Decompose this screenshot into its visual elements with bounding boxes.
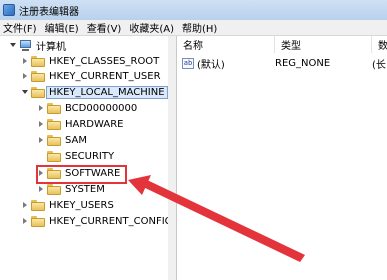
folder-icon [31,71,45,82]
menu-help[interactable]: 帮助(H) [178,20,221,35]
registry-tree[interactable]: 计算机 HKEY_CLASSES_ROOT HKEY_CURRENT_USER … [0,36,169,280]
folder-icon [47,184,61,195]
tree-item-label: HKEY_LOCAL_MACHINE [46,86,168,99]
value-name: (默认) [197,60,225,71]
values-list[interactable]: 名称 类型 数 ab (默认) REG_NONE (长 [177,36,387,280]
tree-item-hkey-current-user[interactable]: HKEY_CURRENT_USER [21,69,161,84]
value-data: (长 [372,60,386,71]
menu-view[interactable]: 查看(V) [83,20,126,35]
folder-icon [31,87,45,98]
expand-icon[interactable] [21,198,29,213]
collapse-icon[interactable] [9,38,17,53]
folder-icon [47,135,61,146]
expand-icon[interactable] [21,69,29,84]
tree-item-system[interactable]: SYSTEM [37,182,105,197]
tree-item-label: SAM [65,135,88,146]
tree-item-label: BCD00000000 [65,103,138,114]
tree-item-label: SECURITY [65,151,115,162]
pane-splitter[interactable] [168,36,177,280]
tree-item-hkey-local-machine[interactable]: HKEY_LOCAL_MACHINE [21,85,168,100]
computer-icon [19,40,32,51]
folder-icon [47,103,61,114]
regedit-icon [3,4,15,16]
column-header-data[interactable]: 数 [372,36,387,53]
title-bar: 注册表编辑器 [0,0,387,20]
folder-icon [31,200,45,211]
expand-icon[interactable] [21,214,29,229]
tree-item-hkey-users[interactable]: HKEY_USERS [21,198,114,213]
tree-item-bcd00000000[interactable]: BCD00000000 [37,101,137,116]
expand-icon[interactable] [37,101,45,116]
tree-item-label: SYSTEM [65,184,105,195]
expand-icon[interactable] [37,182,45,197]
software-highlight-box [36,165,127,184]
collapse-icon[interactable] [21,85,29,100]
menu-edit[interactable]: 编辑(E) [41,20,83,35]
expand-icon[interactable] [37,117,45,132]
expand-icon[interactable] [37,133,45,148]
column-header-name[interactable]: 名称 [177,36,275,53]
tree-item-label: HARDWARE [65,119,124,130]
tree-item-hkey-classes-root[interactable]: HKEY_CLASSES_ROOT [21,54,159,69]
menu-bar: 文件(F) 编辑(E) 查看(V) 收藏夹(A) 帮助(H) [0,20,387,36]
tree-item-label: HKEY_CURRENT_USER [49,71,161,82]
tree-item-hkey-current-config[interactable]: HKEY_CURRENT_CONFIG [21,214,169,229]
tree-item-label: HKEY_CURRENT_CONFIG [49,216,169,227]
tree-item-hardware[interactable]: HARDWARE [37,117,123,132]
folder-icon [31,56,45,67]
tree-item-label: 计算机 [36,42,66,53]
menu-file[interactable]: 文件(F) [0,20,41,35]
string-value-icon: ab [182,58,194,69]
expand-icon[interactable] [21,54,29,69]
tree-item-sam[interactable]: SAM [37,133,87,148]
tree-item-label: HKEY_CLASSES_ROOT [49,56,160,67]
column-header-type[interactable]: 类型 [275,36,372,53]
tree-item-computer[interactable]: 计算机 [9,38,66,53]
window-title: 注册表编辑器 [19,6,79,18]
folder-icon [47,119,61,130]
folder-icon [47,151,61,162]
tree-item-security[interactable]: SECURITY [45,149,114,164]
value-type: REG_NONE [275,58,331,69]
menu-favorites[interactable]: 收藏夹(A) [125,20,178,35]
tree-item-label: HKEY_USERS [49,200,114,211]
folder-icon [31,216,45,227]
list-item[interactable]: ab (默认) REG_NONE (长 [177,56,387,71]
